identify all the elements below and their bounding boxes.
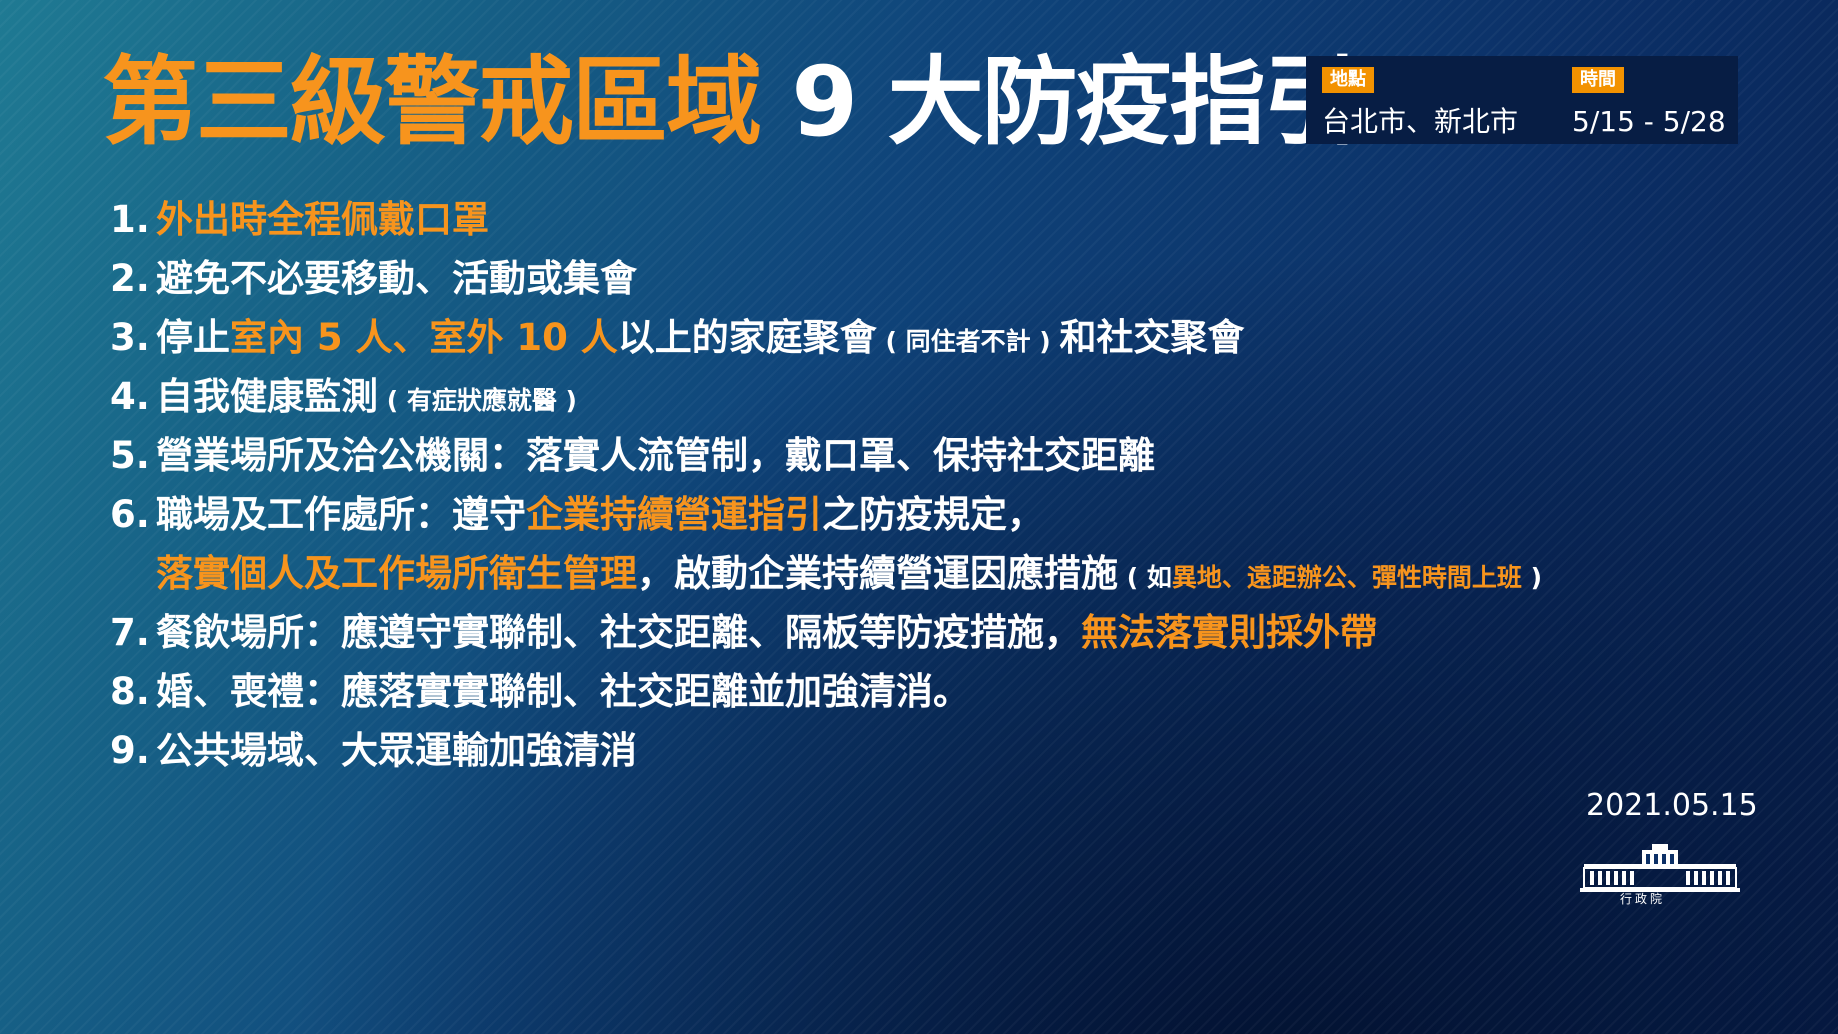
time-label: 時間 [1572, 67, 1624, 93]
item-text: 停止 [156, 316, 230, 359]
guideline-list: 1. 外出時全程佩戴口罩 2. 避免不必要移動、活動或集會 3. 停止室內 5 人、室外 … [110, 190, 1750, 780]
guideline-item: 1. 外出時全程佩戴口罩 [110, 190, 1750, 249]
item-text: 職場及工作處所：遵守 [156, 493, 526, 536]
guideline-item: 9. 公共場域、大眾運輸加強清消 [110, 721, 1750, 780]
item-number: 1. [110, 198, 150, 241]
item-text: 以上的家庭聚會 [617, 316, 877, 359]
item-text: 室內 5 人、室外 10 人 [230, 316, 618, 359]
time-value: 5/15 - 5/28 [1572, 105, 1726, 138]
item-text: ( 同住者不計 ) [876, 327, 1060, 356]
item-number: 3. [110, 316, 150, 359]
item-text: ) [1521, 563, 1542, 592]
item-text: 避免不必要移動、活動或集會 [156, 257, 637, 300]
item-text: 異地、遠距辦公、彈性時間上班 [1171, 563, 1522, 592]
place-value: 台北市、新北市 [1322, 105, 1519, 138]
item-number: 4. [110, 375, 150, 418]
item-number: 6. [110, 493, 150, 536]
item-text: 和社交聚會 [1059, 316, 1245, 359]
item-text: ( 有症狀應就醫 ) [378, 386, 577, 415]
guideline-item: 2. 避免不必要移動、活動或集會 [110, 249, 1750, 308]
page-title: 第三級警戒區域 9 大防疫指引 [102, 42, 1360, 162]
item-text: 無法落實則採外帶 [1081, 611, 1377, 654]
item-text: 餐飲場所：應遵守實聯制、社交距離、隔板等防疫措施， [156, 611, 1081, 654]
item-text: ( 如 [1118, 563, 1172, 592]
title-orange: 第三級警戒區域 [102, 46, 762, 158]
info-box: 地點 台北市、新北市 時間 5/15 - 5/28 [1306, 56, 1738, 144]
guideline-item: 6. 職場及工作處所：遵守企業持續營運指引之防疫規定， [110, 485, 1750, 544]
item-text: 婚、喪禮：應落實實聯制、社交距離並加強清消。 [156, 670, 970, 713]
guideline-item: 5. 營業場所及洽公機關：落實人流管制，戴口罩、保持社交距離 [110, 426, 1750, 485]
item-text: ，啟動企業持續營運因應措施 [637, 552, 1118, 595]
item-number: 8. [110, 670, 150, 713]
guideline-item: 8. 婚、喪禮：應落實實聯制、社交距離並加強清消。 [110, 662, 1750, 721]
item-number: 9. [110, 729, 150, 772]
guideline-item: 7. 餐飲場所：應遵守實聯制、社交距離、隔板等防疫措施，無法落實則採外帶 [110, 603, 1750, 662]
guideline-item: 4. 自我健康監測 ( 有症狀應就醫 ) [110, 367, 1750, 426]
item-text: 落實個人及工作場所衛生管理 [156, 552, 637, 595]
item-number: 2. [110, 257, 150, 300]
item-text: 公共場域、大眾運輸加強清消 [156, 729, 637, 772]
item-number: 7. [110, 611, 150, 654]
guideline-item: 落實個人及工作場所衛生管理，啟動企業持續營運因應措施 ( 如異地、遠距辦公、彈性… [110, 544, 1750, 603]
item-text: 之防疫規定， [822, 493, 1044, 536]
item-number: 5. [110, 434, 150, 477]
date-label: 2021.05.15 [1586, 788, 1758, 823]
item-text: 企業持續營運指引 [526, 493, 822, 536]
logo-text: 行政院 [1620, 892, 1666, 906]
item-text: 自我健康監測 [156, 375, 378, 418]
item-text: 營業場所及洽公機關：落實人流管制，戴口罩、保持社交距離 [156, 434, 1155, 477]
item-text: 外出時全程佩戴口罩 [156, 198, 489, 241]
place-label: 地點 [1322, 67, 1374, 93]
guideline-item: 3. 停止室內 5 人、室外 10 人以上的家庭聚會 ( 同住者不計 ) 和社交聚… [110, 308, 1750, 367]
title-white: 9 大防疫指引 [760, 46, 1359, 158]
